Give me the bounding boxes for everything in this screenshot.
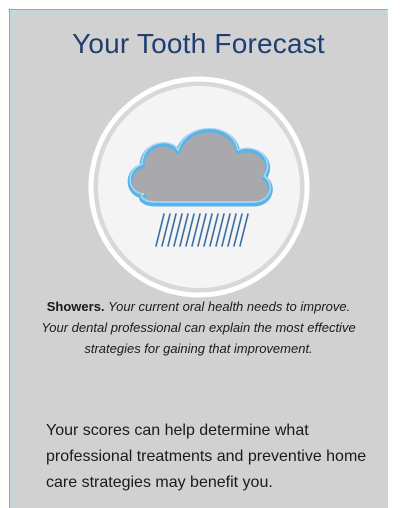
forecast-panel: Your Tooth Forecast Showers. Your curren…: [9, 9, 388, 508]
forecast-summary: Your scores can help determine what prof…: [46, 422, 367, 491]
forecast-description: Showers. Your current oral health needs …: [38, 296, 359, 359]
rain-cloud-icon: [86, 74, 312, 300]
page-title: Your Tooth Forecast: [72, 28, 325, 59]
condition-label: Showers.: [46, 299, 105, 314]
